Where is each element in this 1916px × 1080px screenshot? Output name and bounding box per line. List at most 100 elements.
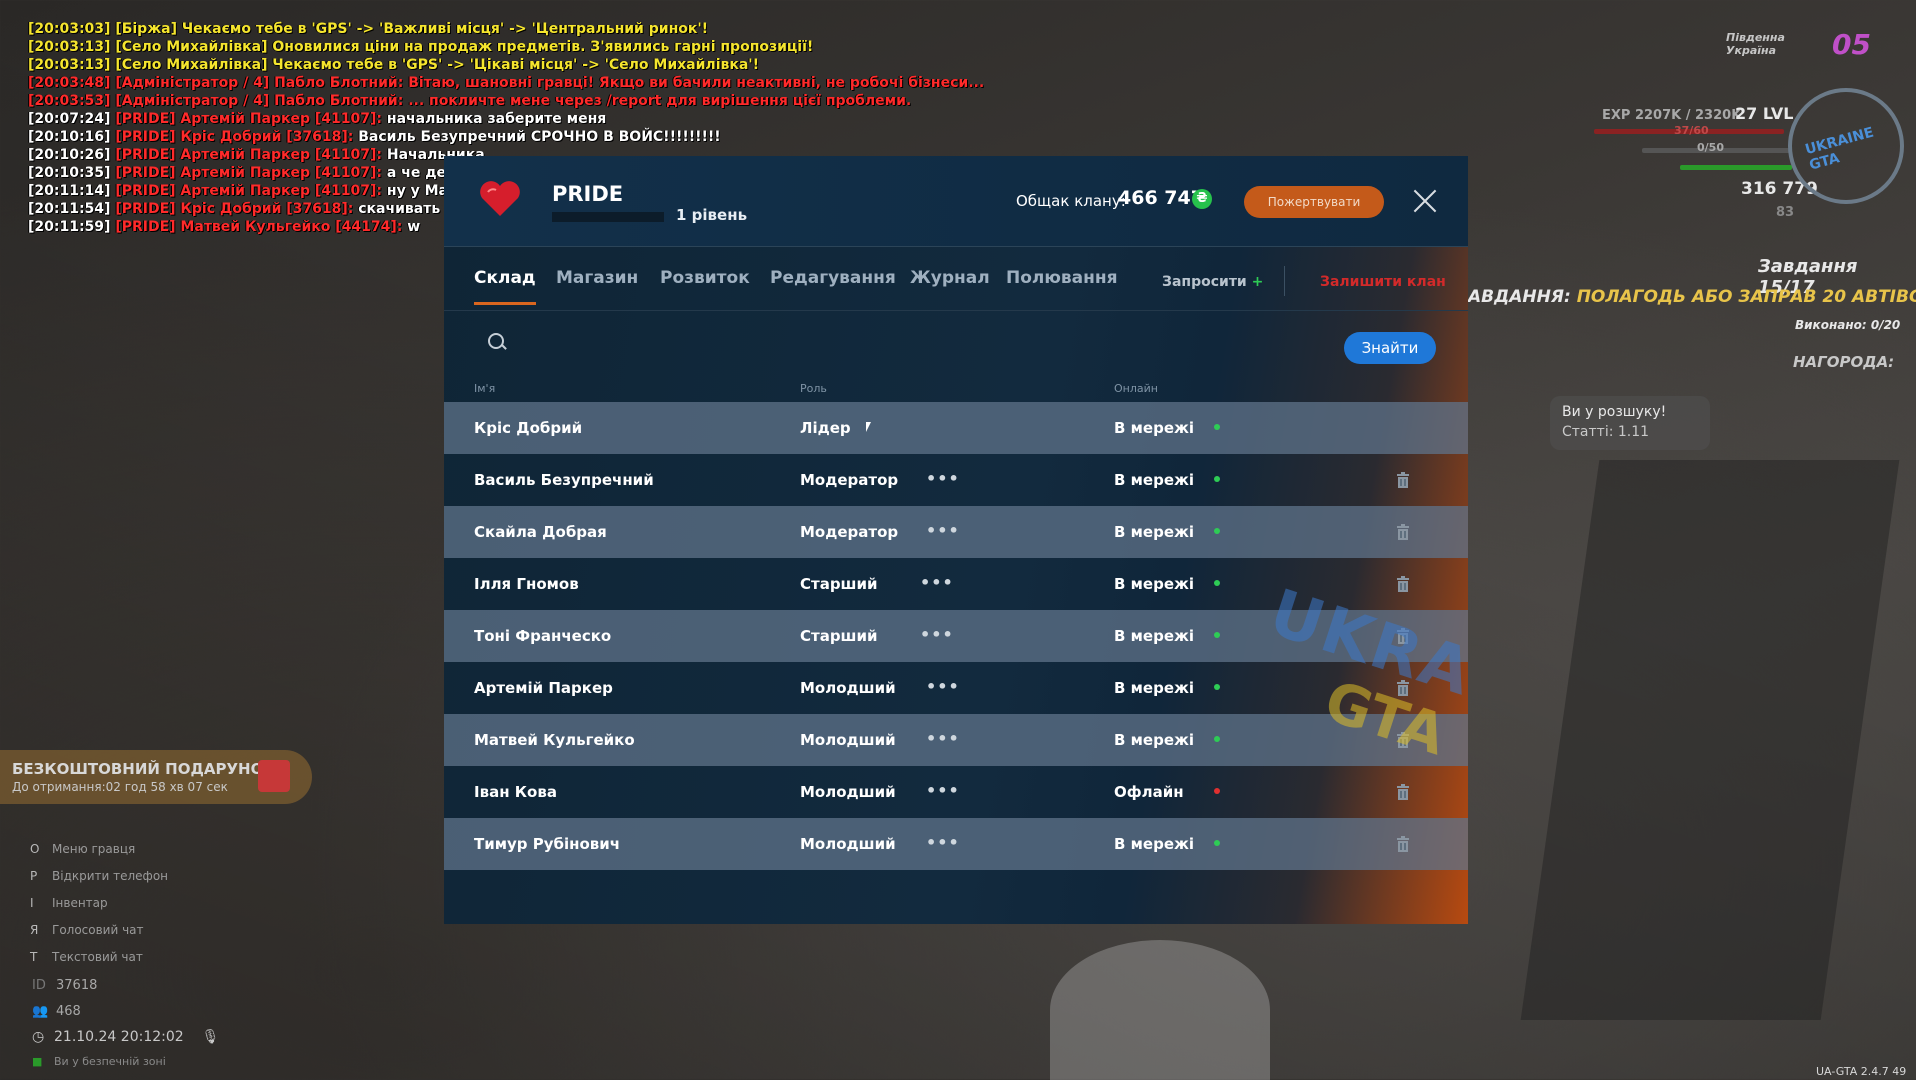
more-options-icon[interactable]: ••• [926, 521, 960, 540]
member-name: Скайла Добрая [474, 523, 607, 541]
member-name: Кріс Добрий [474, 419, 583, 437]
food-label: 0/50 [1697, 141, 1724, 154]
member-status: В мережі [1114, 627, 1195, 645]
hotkey-item[interactable]: O Меню гравця [30, 842, 135, 856]
more-options-icon[interactable]: ••• [926, 781, 960, 800]
hotkey-item[interactable]: I Інвентар [30, 896, 108, 910]
level-label: 27 LVL [1735, 104, 1794, 123]
more-options-icon[interactable]: ••• [926, 729, 960, 748]
trash-icon[interactable] [1396, 783, 1410, 801]
member-row[interactable]: Тимур Рубінович Молодший ••• В мережі [444, 818, 1468, 870]
chat-line: [20:03:13] [Село Михайлівка] Оновилися ц… [28, 39, 814, 55]
member-status: В мережі [1114, 835, 1195, 853]
people-icon: 👥 [32, 1004, 49, 1019]
region-label: Південна Україна [1726, 31, 1785, 57]
clan-header: PRIDE 1 рівень Общак клану: 466 747 ₴ По… [444, 156, 1468, 247]
clock-icon: ◷ [32, 1029, 45, 1045]
chat-line: [20:03:03] [Біржа] Чекаємо тебе в 'GPS' … [28, 21, 709, 37]
more-options-icon[interactable]: ••• [926, 469, 960, 488]
more-options-icon[interactable]: ••• [926, 677, 960, 696]
status-dot-icon [1214, 840, 1220, 846]
more-options-icon[interactable]: ••• [920, 625, 954, 644]
member-role: Модератор [800, 523, 899, 541]
member-status: В мережі [1114, 523, 1195, 541]
hotkey-item[interactable]: P Відкрити телефон [30, 869, 168, 883]
status-dot-icon [1214, 788, 1220, 794]
member-role: Молодший [800, 679, 896, 697]
trash-icon[interactable] [1396, 835, 1410, 853]
search-input[interactable] [514, 325, 1118, 359]
mouse-cursor-icon [866, 422, 871, 432]
tab-journal[interactable]: Журнал [910, 268, 990, 288]
column-role-header: Роль [800, 382, 827, 395]
chat-line: [20:03:48] [Адміністратор / 4] Пабло Бло… [28, 75, 985, 91]
more-options-icon[interactable]: ••• [926, 833, 960, 852]
trash-icon[interactable] [1396, 523, 1410, 541]
member-status: В мережі [1114, 731, 1195, 749]
status-dot-icon [1214, 684, 1220, 690]
shield-icon: ■ [32, 1055, 43, 1068]
member-row[interactable]: Іван Кова Молодший ••• Офлайн [444, 766, 1468, 818]
task-reward: НАГОРОДА: [1793, 353, 1895, 371]
coins-label: 83 [1776, 205, 1795, 220]
hotkey-item[interactable]: T Текстовий чат [30, 950, 143, 964]
hryvnia-icon: ₴ [1192, 189, 1212, 209]
clan-level-bar [552, 212, 664, 222]
tab-hunting[interactable]: Полювання [1006, 268, 1118, 288]
status-dot-icon [1214, 528, 1220, 534]
member-row[interactable]: Василь Безупречний Модератор ••• В мережі [444, 454, 1468, 506]
leave-clan-button[interactable]: Залишити клан [1320, 274, 1446, 290]
status-dot-icon [1214, 632, 1220, 638]
online-count: 👥 468 [32, 1004, 81, 1019]
invite-button[interactable]: Запросити + [1162, 274, 1263, 290]
trash-icon[interactable] [1396, 575, 1410, 593]
free-gift-banner[interactable]: БЕЗКОШТОВНИЙ ПОДАРУНОК До отримання:02 г… [0, 750, 312, 804]
column-name-header: Ім'я [474, 382, 496, 395]
close-icon[interactable] [1410, 186, 1440, 216]
wanted-stats: Статті: 1.11 [1562, 424, 1650, 440]
exp-label: EXP 2207K / 2320K [1602, 108, 1742, 123]
safe-zone-label: ■ Ви у безпечній зоні [32, 1055, 166, 1068]
member-row[interactable]: Кріс Добрий Лідер В мережі [444, 402, 1468, 454]
member-role: Молодший [800, 835, 896, 853]
region-number: 05 [1832, 28, 1871, 61]
member-name: Матвей Кульгейко [474, 731, 635, 749]
member-row[interactable]: Скайла Добрая Модератор ••• В мережі [444, 506, 1468, 558]
more-options-icon[interactable]: ••• [920, 573, 954, 592]
tab-shop[interactable]: Магазин [556, 268, 638, 288]
tab-editing[interactable]: Редагування [770, 268, 896, 288]
member-status: Офлайн [1114, 783, 1184, 801]
wanted-title: Ви у розшуку! [1562, 404, 1667, 420]
member-status: В мережі [1114, 419, 1195, 437]
gift-timer: До отримання:02 год 58 хв 07 сек [12, 780, 228, 794]
gift-title: БЕЗКОШТОВНИЙ ПОДАРУНОК [12, 760, 276, 778]
member-role: Молодший [800, 783, 896, 801]
hp-label: 37/60 [1674, 124, 1709, 137]
column-online-header: Онлайн [1114, 382, 1158, 395]
status-dot-icon [1214, 736, 1220, 742]
gift-icon [258, 760, 290, 792]
tab-divider [1284, 266, 1285, 296]
status-dot-icon [1214, 476, 1220, 482]
tab-storage[interactable]: Склад [474, 268, 536, 305]
search-row [444, 311, 1468, 381]
chat-line: [20:10:16] [PRIDE] Кріс Добрий [37618]: … [28, 129, 721, 145]
chat-line: [20:03:53] [Адміністратор / 4] Пабло Бло… [28, 93, 912, 109]
datetime: ◷ 21.10.24 20:12:02 🎙 [32, 1029, 220, 1045]
member-row[interactable]: Матвей Кульгейко Молодший ••• В мережі [444, 714, 1468, 766]
member-role: Старший [800, 627, 878, 645]
member-name: Артемій Паркер [474, 679, 613, 697]
task-text: АВДАННЯ: ПОЛАГОДЬ АБО ЗАПРАВ 20 АВТІВОК. [1468, 287, 1916, 307]
member-row[interactable]: Артемій Паркер Молодший ••• В мережі [444, 662, 1468, 714]
member-role: Молодший [800, 731, 896, 749]
hotkey-item[interactable]: Я Голосовий чат [30, 923, 144, 937]
game-logo: UKRAINE GTA [1803, 124, 1876, 174]
trash-icon[interactable] [1396, 471, 1410, 489]
clan-name: PRIDE [552, 182, 624, 206]
chat-line: [20:07:24] [PRIDE] Артемій Паркер [41107… [28, 111, 607, 127]
heart-icon [480, 181, 520, 216]
clan-modal: PRIDE 1 рівень Общак клану: 466 747 ₴ По… [444, 156, 1468, 924]
donate-button[interactable]: Пожертвувати [1244, 186, 1384, 218]
find-button[interactable]: Знайти [1344, 332, 1436, 364]
tab-development[interactable]: Розвиток [660, 268, 750, 288]
